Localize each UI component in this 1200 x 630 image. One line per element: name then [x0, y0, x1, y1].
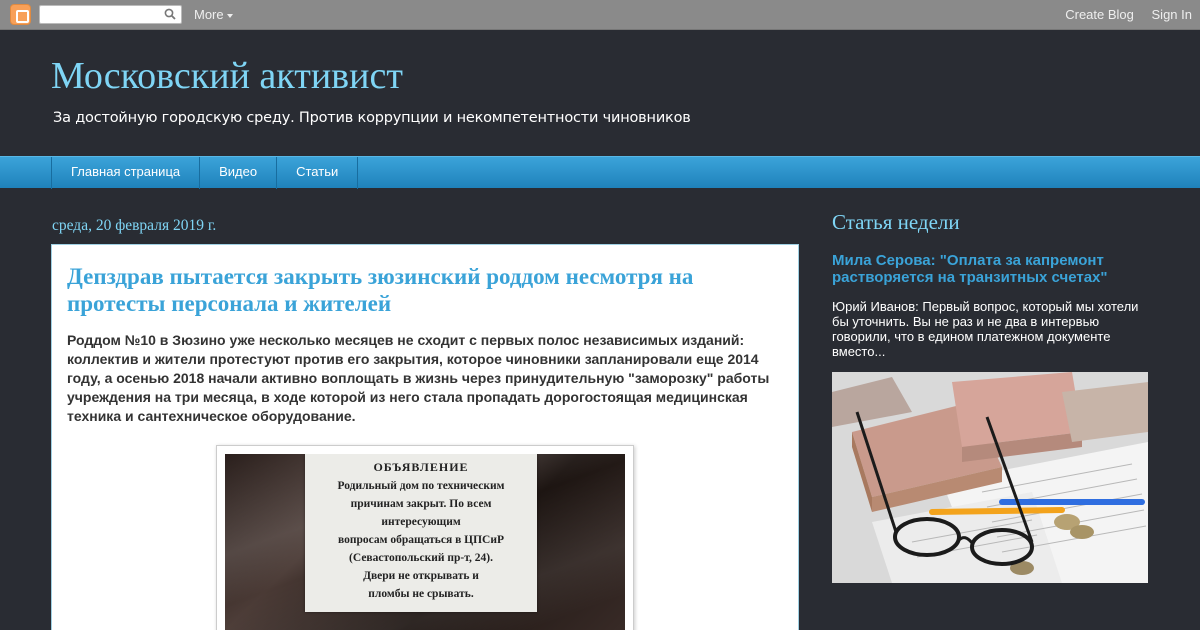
closure-notice: ОБЪЯВЛЕНИЕ Родильный дом по техническим … [305, 454, 537, 612]
post-date: среда, 20 февраля 2019 г. [52, 217, 217, 234]
search-icon[interactable] [164, 8, 176, 20]
notice-line: вопросам обращаться в ЦПСиР [337, 534, 505, 546]
create-blog-link[interactable]: Create Blog [1065, 7, 1134, 22]
more-label: More [194, 7, 224, 22]
blogger-logo-icon[interactable] [10, 4, 31, 25]
notice-line: пломбы не срывать. [368, 588, 474, 600]
navbar-actions: Create Blog Sign In [1051, 7, 1192, 22]
notice-line: причинам закрыт. По всем [350, 498, 492, 510]
tab-home[interactable]: Главная страница [52, 157, 201, 189]
featured-post-title[interactable]: Мила Серова: "Оплата за капремонт раство… [832, 252, 1142, 286]
blog-title[interactable]: Московский активист [51, 54, 403, 98]
notice-title: ОБЪЯВЛЕНИЕ [373, 460, 469, 474]
blog-description: За достойную городскую среду. Против кор… [53, 110, 691, 126]
post-image[interactable]: ОБЪЯВЛЕНИЕ Родильный дом по техническим … [216, 445, 634, 630]
sign-in-link[interactable]: Sign In [1152, 7, 1192, 22]
page-tabs-bar: Главная страница Видео Статьи [0, 156, 1200, 189]
tab-video[interactable]: Видео [200, 157, 278, 189]
caret-down-icon [226, 13, 233, 18]
notice-line: Родильный дом по техническим [337, 480, 505, 492]
featured-post-image[interactable] [832, 372, 1148, 583]
search-input[interactable] [39, 5, 182, 24]
notice-line: Двери не открывать и [363, 570, 479, 582]
tab-articles[interactable]: Статьи [277, 157, 359, 189]
money-and-glasses-illustration [832, 372, 1148, 583]
featured-widget-title: Статья недели [832, 210, 960, 234]
page-tabs: Главная страница Видео Статьи [51, 157, 359, 189]
featured-post-snippet: Юрий Иванов: Первый вопрос, который мы х… [832, 299, 1139, 359]
post-summary: Роддом №10 в Зюзино уже несколько месяце… [67, 332, 770, 424]
post-title[interactable]: Депздрав пытается закрыть зюзинский родд… [67, 263, 767, 317]
notice-line: (Севастопольский пр-т, 24). [349, 552, 493, 564]
door-photo: ОБЪЯВЛЕНИЕ Родильный дом по техническим … [225, 454, 625, 630]
notice-line: интересующим [381, 516, 461, 528]
more-menu[interactable]: More [194, 7, 233, 22]
blogger-navbar: More Create Blog Sign In [0, 0, 1200, 30]
post: Депздрав пытается закрыть зюзинский родд… [51, 244, 799, 630]
